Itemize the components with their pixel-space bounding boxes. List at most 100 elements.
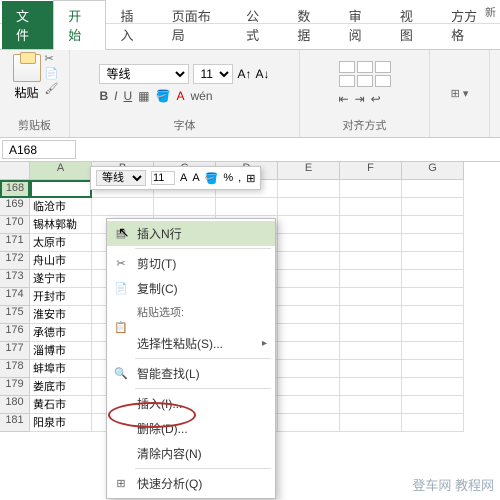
- tab-data[interactable]: 数据: [283, 1, 334, 49]
- underline-button[interactable]: U: [124, 89, 133, 103]
- menu-insert[interactable]: 插入(I)...: [107, 391, 275, 416]
- cell[interactable]: [402, 378, 464, 396]
- cell[interactable]: [340, 360, 402, 378]
- cell[interactable]: 黄石市: [30, 396, 92, 414]
- row-header[interactable]: 170: [0, 216, 30, 234]
- cell[interactable]: [402, 216, 464, 234]
- cell[interactable]: [340, 270, 402, 288]
- cell[interactable]: [154, 198, 216, 216]
- tab-home[interactable]: 开始: [53, 0, 106, 50]
- tab-view[interactable]: 视图: [386, 1, 437, 49]
- cell[interactable]: [278, 270, 340, 288]
- tab-square[interactable]: 方方格: [437, 1, 500, 49]
- cell[interactable]: [278, 216, 340, 234]
- cell[interactable]: [340, 180, 402, 198]
- row-header[interactable]: 173: [0, 270, 30, 288]
- menu-delete[interactable]: 删除(D)...: [107, 416, 275, 441]
- cell[interactable]: [402, 270, 464, 288]
- cell[interactable]: [340, 252, 402, 270]
- font-name-select[interactable]: 等线: [99, 64, 189, 84]
- col-header-f[interactable]: F: [340, 162, 402, 180]
- cell[interactable]: [340, 324, 402, 342]
- name-box[interactable]: A168: [2, 140, 76, 159]
- cell[interactable]: [278, 378, 340, 396]
- menu-quick-analysis[interactable]: ⊞快速分析(Q): [107, 471, 275, 496]
- cell[interactable]: 临沧市: [30, 198, 92, 216]
- cell[interactable]: [278, 198, 340, 216]
- cell[interactable]: [402, 306, 464, 324]
- cell[interactable]: 太原市: [30, 234, 92, 252]
- cell[interactable]: [340, 306, 402, 324]
- cell[interactable]: 淄博市: [30, 342, 92, 360]
- decrease-font-icon[interactable]: A↓: [256, 67, 270, 81]
- italic-button[interactable]: I: [114, 89, 117, 103]
- cell[interactable]: [340, 414, 402, 432]
- cell[interactable]: [278, 360, 340, 378]
- mini-size-input[interactable]: [151, 171, 175, 185]
- menu-cut[interactable]: ✂剪切(T): [107, 251, 275, 276]
- menu-paste-option[interactable]: 📋: [107, 323, 275, 331]
- row-header[interactable]: 178: [0, 360, 30, 378]
- cell[interactable]: 锡林郭勒: [30, 216, 92, 234]
- cell[interactable]: [402, 198, 464, 216]
- cell[interactable]: [278, 252, 340, 270]
- number-format-group[interactable]: ⊞ ▾: [451, 52, 469, 135]
- border-icon[interactable]: ▦: [138, 89, 149, 103]
- decrease-indent-icon[interactable]: ⇤: [339, 92, 349, 106]
- cell[interactable]: [402, 234, 464, 252]
- col-header-g[interactable]: G: [402, 162, 464, 180]
- col-header-e[interactable]: E: [278, 162, 340, 180]
- tab-review[interactable]: 审阅: [335, 1, 386, 49]
- select-all-corner[interactable]: [0, 162, 30, 180]
- cell[interactable]: [402, 324, 464, 342]
- cell[interactable]: [340, 342, 402, 360]
- cell[interactable]: [340, 396, 402, 414]
- mini-percent-icon[interactable]: %: [223, 172, 233, 184]
- cell[interactable]: [340, 378, 402, 396]
- row-header[interactable]: 172: [0, 252, 30, 270]
- cell[interactable]: [402, 288, 464, 306]
- row-header[interactable]: 174: [0, 288, 30, 306]
- cell[interactable]: [340, 234, 402, 252]
- cell[interactable]: [278, 342, 340, 360]
- fill-color-icon[interactable]: 🪣: [156, 89, 171, 103]
- tab-formula[interactable]: 公式: [232, 1, 283, 49]
- cell[interactable]: [340, 198, 402, 216]
- cell[interactable]: [278, 234, 340, 252]
- row-header[interactable]: 176: [0, 324, 30, 342]
- alignment-buttons[interactable]: [339, 61, 391, 87]
- mini-comma-icon[interactable]: ,: [238, 172, 241, 184]
- cell[interactable]: [30, 180, 92, 198]
- wrap-text-icon[interactable]: ↩: [371, 92, 381, 106]
- cell[interactable]: [92, 198, 154, 216]
- cell[interactable]: [278, 414, 340, 432]
- tab-layout[interactable]: 页面布局: [158, 1, 232, 49]
- cell[interactable]: [402, 414, 464, 432]
- mini-decrease-font-icon[interactable]: A: [192, 172, 199, 184]
- mini-fill-icon[interactable]: 🪣: [205, 172, 219, 185]
- row-header[interactable]: 175: [0, 306, 30, 324]
- increase-indent-icon[interactable]: ⇥: [355, 92, 365, 106]
- tab-file[interactable]: 文件: [2, 1, 53, 49]
- cell[interactable]: [278, 180, 340, 198]
- mini-font-select[interactable]: 等线: [96, 170, 146, 186]
- mini-increase-font-icon[interactable]: A: [180, 172, 187, 184]
- row-header[interactable]: 171: [0, 234, 30, 252]
- menu-insert-n-rows[interactable]: ▤插入N行: [107, 221, 275, 246]
- menu-smart-lookup[interactable]: 🔍智能查找(L): [107, 361, 275, 386]
- copy-icon[interactable]: 📄: [45, 67, 59, 80]
- cell[interactable]: [402, 360, 464, 378]
- row-header[interactable]: 179: [0, 378, 30, 396]
- format-painter-icon[interactable]: 🖌: [45, 82, 59, 95]
- row-header[interactable]: 169: [0, 198, 30, 216]
- cell[interactable]: [340, 216, 402, 234]
- cell[interactable]: 开封市: [30, 288, 92, 306]
- cell[interactable]: 承德市: [30, 324, 92, 342]
- paste-button[interactable]: 粘贴: [11, 52, 43, 115]
- row-header[interactable]: 180: [0, 396, 30, 414]
- menu-paste-special[interactable]: 选择性粘贴(S)...: [107, 331, 275, 356]
- bold-button[interactable]: B: [99, 89, 108, 103]
- cell[interactable]: [340, 288, 402, 306]
- row-header[interactable]: 168: [0, 180, 30, 198]
- cell[interactable]: 娄底市: [30, 378, 92, 396]
